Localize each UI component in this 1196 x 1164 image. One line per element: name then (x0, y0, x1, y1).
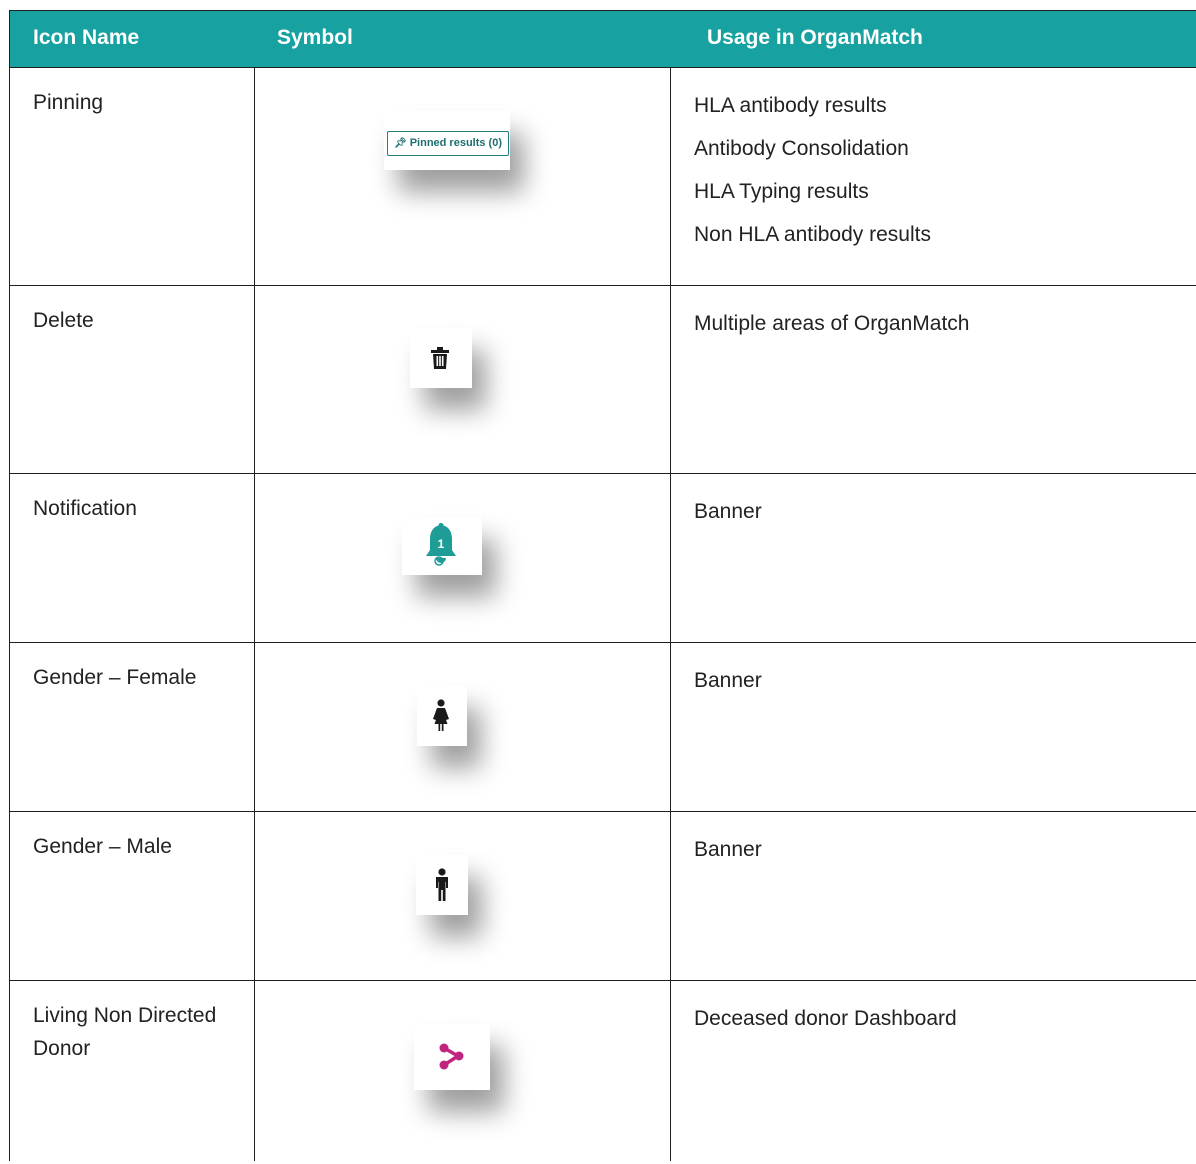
pin-icon: 📌︎ (394, 138, 407, 149)
header-usage: Usage in OrganMatch (707, 26, 923, 49)
share-icon (414, 1024, 490, 1090)
usage-cell: Banner (671, 812, 1196, 980)
table-row: Living Non Directed Donor Deceased donor… (10, 981, 1196, 1161)
pinned-results-snippet: 📌︎ Pinned results (0) (384, 111, 510, 170)
usage-item: Banner (694, 838, 762, 861)
symbol-cell (255, 643, 671, 811)
symbol-cell: 1 (255, 474, 671, 642)
usage-item: Deceased donor Dashboard (694, 1007, 957, 1030)
icon-name-cell: Gender – Male (10, 812, 255, 980)
usage-item: Non HLA antibody results (694, 223, 931, 246)
icon-name-cell: Pinning (10, 68, 255, 285)
usage-item: HLA antibody results (694, 94, 887, 117)
trash-icon[interactable] (410, 328, 472, 388)
bell-icon[interactable]: 1 (402, 517, 482, 575)
usage-cell: Multiple areas of OrganMatch (671, 286, 1196, 473)
symbol-cell (255, 812, 671, 980)
pinned-results-button[interactable]: 📌︎ Pinned results (0) (387, 131, 509, 156)
symbol-cell (255, 981, 671, 1161)
header-symbol: Symbol (277, 26, 353, 49)
symbol-cell (255, 286, 671, 473)
usage-item: Banner (694, 669, 762, 692)
icon-reference-table: Icon Name Symbol Usage in OrganMatch Pin… (9, 10, 1196, 1161)
usage-cell: Deceased donor Dashboard (671, 981, 1196, 1161)
usage-item: HLA Typing results (694, 180, 869, 203)
icon-name-cell: Notification (10, 474, 255, 642)
icon-name-cell: Gender – Female (10, 643, 255, 811)
icon-name-cell: Living Non Directed Donor (10, 981, 255, 1161)
symbol-cell: 📌︎ Pinned results (0) (255, 68, 671, 285)
table-header: Icon Name Symbol Usage in OrganMatch (10, 11, 1196, 68)
table-row: Gender – Female Banner (10, 643, 1196, 812)
usage-cell: Banner (671, 474, 1196, 642)
table-row: Delete Multiple areas of OrganMatch (10, 286, 1196, 474)
usage-item: Banner (694, 500, 762, 523)
table-row: Gender – Male Banner (10, 812, 1196, 981)
usage-cell: HLA antibody results Antibody Consolidat… (671, 68, 1196, 285)
female-icon (417, 686, 467, 746)
header-icon-name: Icon Name (33, 26, 140, 49)
notification-badge: 1 (438, 537, 445, 551)
male-icon (416, 855, 468, 915)
table-row: Notification 1 Banner (10, 474, 1196, 643)
usage-cell: Banner (671, 643, 1196, 811)
usage-item: Multiple areas of OrganMatch (694, 312, 970, 335)
icon-name-cell: Delete (10, 286, 255, 473)
pinned-results-label: Pinned results (0) (409, 137, 502, 149)
table-row: Pinning 📌︎ Pinned results (0) HLA antibod… (10, 68, 1196, 286)
usage-item: Antibody Consolidation (694, 137, 909, 160)
